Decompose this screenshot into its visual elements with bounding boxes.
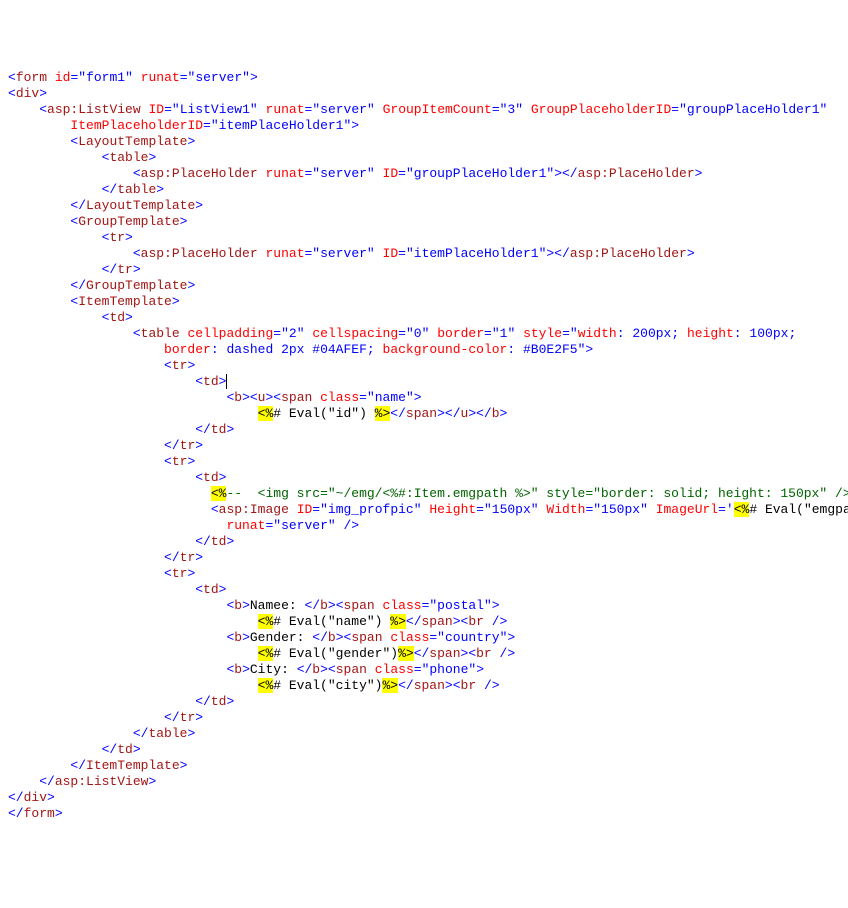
text-caret: [226, 374, 227, 389]
code-block: <form id="form1" runat="server"> <div> <…: [8, 70, 840, 822]
